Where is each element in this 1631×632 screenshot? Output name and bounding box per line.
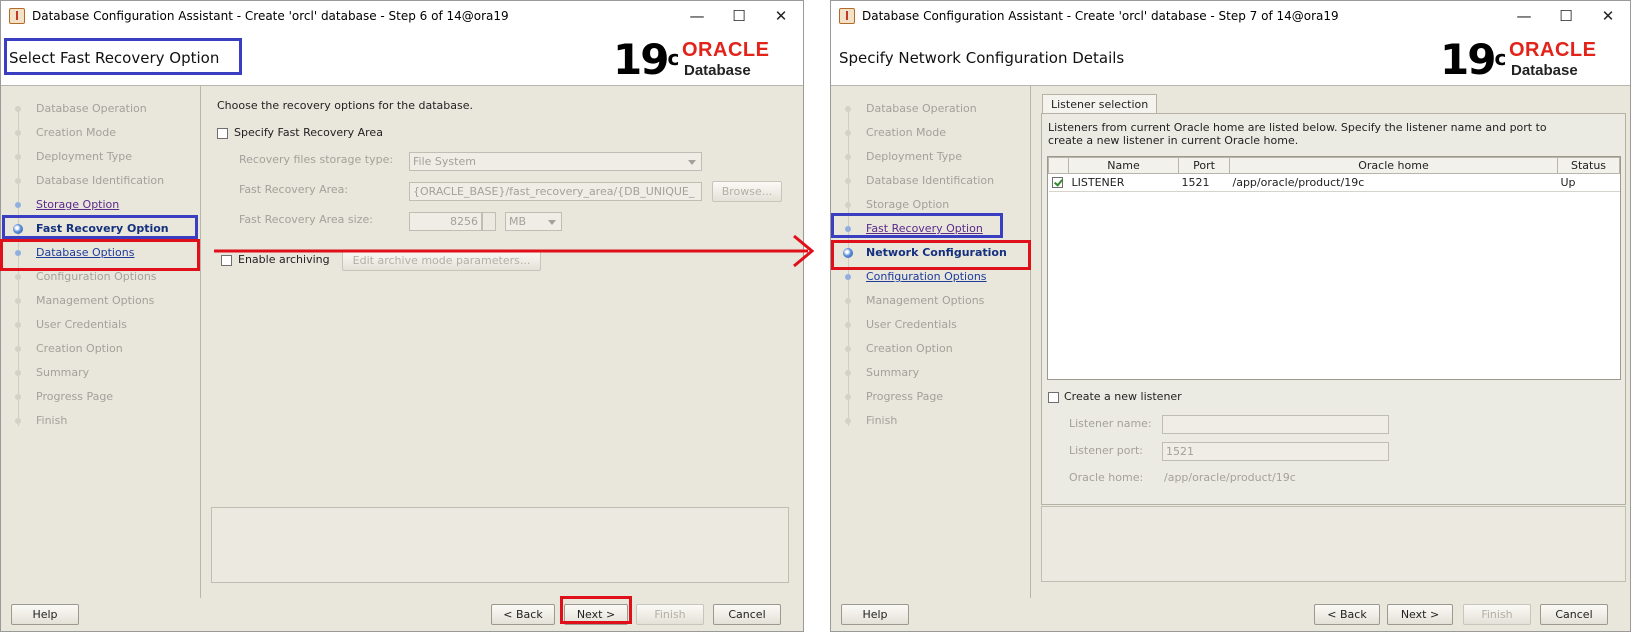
transition-arrow — [214, 234, 815, 268]
